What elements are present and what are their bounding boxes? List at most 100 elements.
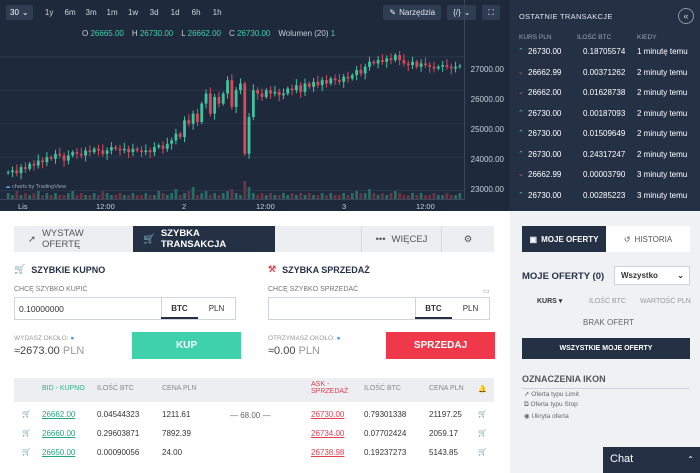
transaction-price: 26730.00 <box>528 108 562 118</box>
offers-tabs: ▣ MOJE OFERTY ↺ HISTORIA <box>522 226 690 252</box>
ask-qty: 0.79301338 <box>364 410 407 419</box>
timeframe-6h[interactable]: 6h <box>186 8 207 17</box>
candle-body <box>15 170 19 174</box>
candle-body <box>277 91 281 96</box>
timeframe-1w[interactable]: 1w <box>123 8 144 17</box>
sell-cart-icon[interactable]: 🛒 <box>478 410 487 429</box>
buy-cart-icon[interactable]: 🛒 <box>22 448 31 467</box>
candle-body <box>342 76 346 82</box>
currency-pln-option[interactable]: PLN <box>452 298 489 319</box>
bell-icon[interactable]: 🔔 <box>478 385 487 393</box>
timeframe-3m[interactable]: 3m <box>81 8 102 17</box>
transaction-price: 26662.00 <box>528 88 562 97</box>
timeframe-6m[interactable]: 6m <box>60 8 81 17</box>
quick-buy-amount-input[interactable] <box>14 297 162 320</box>
ask-rate[interactable]: 26738.98 <box>311 448 344 467</box>
gear-icon: ⚙ <box>463 233 473 245</box>
transaction-price: 26730.00 <box>528 149 562 159</box>
candle-body <box>441 65 445 67</box>
transaction-qty: 0.24317247 <box>583 149 626 159</box>
indicators-icon: {/} <box>453 8 461 17</box>
bid-rate[interactable]: 26650.00 <box>42 448 75 467</box>
wallet-icon[interactable]: ▭ <box>483 287 490 295</box>
candle-body <box>294 85 298 91</box>
legend-hidden: ◉ Ukryta oferta <box>524 413 569 420</box>
arrow-up-icon: ⌃ <box>518 130 524 137</box>
offers-filter-select[interactable]: Wszystko ⌄ <box>614 266 690 285</box>
currency-btc-option[interactable]: BTC <box>161 298 198 319</box>
buy-cart-icon[interactable]: 🛒 <box>22 410 31 429</box>
buy-button[interactable]: KUP <box>132 332 241 359</box>
timeframe-1y[interactable]: 1y <box>39 8 60 17</box>
candle-body <box>428 65 432 67</box>
volume-bar <box>157 191 161 199</box>
ohlc-close: C 26730.00 <box>229 29 271 38</box>
candle-body <box>385 58 389 62</box>
candle-body <box>62 155 66 161</box>
ask-rate[interactable]: 26734.00 <box>311 429 344 448</box>
chat-label: Chat <box>610 453 634 465</box>
timeframe-1m[interactable]: 1m <box>102 8 123 17</box>
buy-cart-icon[interactable]: 🛒 <box>22 429 31 448</box>
x-tick-label: 3 <box>342 202 347 211</box>
candle-body <box>260 93 264 97</box>
currency-btc-option[interactable]: BTC <box>415 298 452 319</box>
col-qty: ILOŚĆ BTC <box>589 298 626 305</box>
candle-body <box>393 55 397 61</box>
candle-body <box>174 133 178 141</box>
chevron-down-icon: ⌄ <box>21 8 29 17</box>
price-chart[interactable]: 30 ⌄ 1y 6m 3m 1m 1w 3d 1d 6h 1h ✎ Narzędzi… <box>0 0 510 211</box>
candle-body <box>226 80 229 94</box>
sell-estimate-label: OTRZYMASZ OKOŁO: ● <box>268 335 341 342</box>
timeframe-1d[interactable]: 1d <box>165 8 186 17</box>
bid-qty: 0.04544323 <box>97 410 140 419</box>
transaction-qty: 0.00371262 <box>583 67 626 77</box>
transaction-price: 26730.00 <box>528 190 562 200</box>
candle-body <box>402 60 406 64</box>
quick-sell-amount-input[interactable] <box>268 297 416 320</box>
interval-select[interactable]: 30 ⌄ <box>6 5 33 20</box>
tab-my-offers[interactable]: ▣ MOJE OFERTY <box>522 226 606 252</box>
sell-cart-icon[interactable]: 🛒 <box>478 429 487 448</box>
candle-body <box>54 153 57 159</box>
ohlc-readout: O 26665.00 H 26730.00 L 26662.00 C 26730… <box>82 29 335 38</box>
arrow-down-icon: ⌄ <box>518 89 524 96</box>
candle-body <box>368 61 371 67</box>
timeframe-3d[interactable]: 3d <box>144 8 165 17</box>
ask-qty-header: ILOŚĆ BTC <box>364 385 401 392</box>
ask-rate[interactable]: 26730.00 <box>311 410 344 429</box>
sell-cart-icon[interactable]: 🛒 <box>478 448 487 467</box>
candle-body <box>92 148 96 153</box>
candle-body <box>299 85 303 92</box>
bid-rate[interactable]: 26662.00 <box>42 410 75 429</box>
currency-pln-option[interactable]: PLN <box>198 298 235 319</box>
volume-bar <box>393 191 397 199</box>
cart-icon: 🛒 <box>143 233 155 245</box>
tab-history[interactable]: ↺ HISTORIA <box>606 226 690 252</box>
bid-rate[interactable]: 26660.00 <box>42 429 75 448</box>
collapse-button[interactable]: « <box>678 8 694 24</box>
tab-quick-trade[interactable]: 🛒 SZYBKA TRANSAKCJA <box>133 226 275 252</box>
stop-icon: ⧉ <box>524 401 529 408</box>
sell-button[interactable]: SPRZEDAJ <box>386 332 495 359</box>
chat-button[interactable]: Chat ⌃ <box>603 447 700 473</box>
all-offers-button[interactable]: WSZYSTKIE MOJE OFERTY <box>522 338 690 359</box>
candle-body <box>131 148 135 153</box>
col-rate-sort[interactable]: KURS ▾ <box>537 297 562 305</box>
ask-qty: 0.07702424 <box>364 429 407 438</box>
candle-body <box>45 157 49 163</box>
candle-body <box>256 90 260 94</box>
tab-place-offer[interactable]: ➚ WYSTAW OFERTĘ <box>14 226 133 252</box>
candle-body <box>333 78 337 81</box>
timeframe-1h[interactable]: 1h <box>207 8 228 17</box>
settings-button[interactable]: ⚙ <box>441 226 494 252</box>
candle-body <box>389 58 393 61</box>
more-button[interactable]: ••• WIĘCEJ <box>361 226 441 252</box>
arrow-up-icon: ⌃ <box>518 191 524 199</box>
candle-body <box>79 153 83 156</box>
candle-body <box>36 160 40 166</box>
tradingview-logo[interactable]: ☁ charts by TradingView <box>5 184 66 190</box>
candle-body <box>436 66 440 69</box>
transaction-qty: 0.00003790 <box>583 170 626 179</box>
tools-button[interactable]: ✎ Narzędzia <box>383 5 442 20</box>
